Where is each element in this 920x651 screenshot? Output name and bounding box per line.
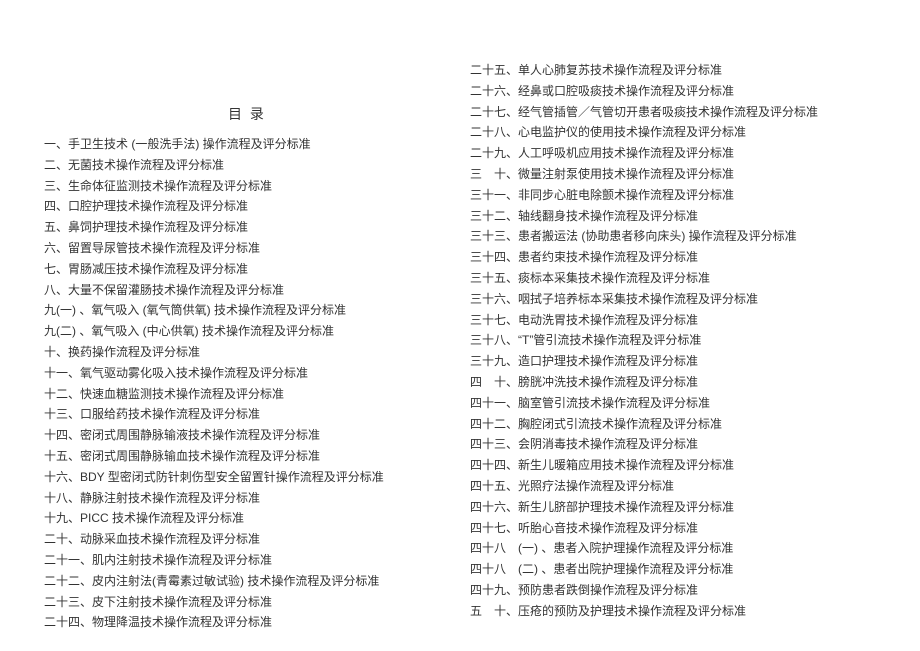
toc-item: 十九、PICC 技术操作流程及评分标准 xyxy=(44,508,450,529)
toc-item: 四十七、听胎心音技术操作流程及评分标准 xyxy=(470,518,876,539)
toc-item: 七、胃肠减压技术操作流程及评分标准 xyxy=(44,259,450,280)
toc-item: 四、口腔护理技术操作流程及评分标准 xyxy=(44,196,450,217)
toc-item: 二十二、皮内注射法(青霉素过敏试验) 技术操作流程及评分标准 xyxy=(44,571,450,592)
toc-item: 一、手卫生技术 (一般洗手法) 操作流程及评分标准 xyxy=(44,134,450,155)
toc-item: 十三、口服给药技术操作流程及评分标准 xyxy=(44,404,450,425)
toc-item: 三十三、患者搬运法 (协助患者移向床头) 操作流程及评分标准 xyxy=(470,226,876,247)
toc-item: 二十六、经鼻或口腔吸痰技术操作流程及评分标准 xyxy=(470,81,876,102)
toc-item: 三十四、患者约束技术操作流程及评分标准 xyxy=(470,247,876,268)
right-list: 二十五、单人心肺复苏技术操作流程及评分标准二十六、经鼻或口腔吸痰技术操作流程及评… xyxy=(470,60,876,622)
toc-item: 二十九、人工呼吸机应用技术操作流程及评分标准 xyxy=(470,143,876,164)
toc-item: 三、生命体征监测技术操作流程及评分标准 xyxy=(44,176,450,197)
toc-item: 十、换药操作流程及评分标准 xyxy=(44,342,450,363)
toc-item: 四十二、胸腔闭式引流技术操作流程及评分标准 xyxy=(470,414,876,435)
toc-item: 二十八、心电监护仪的使用技术操作流程及评分标准 xyxy=(470,122,876,143)
right-column: 二十五、单人心肺复苏技术操作流程及评分标准二十六、经鼻或口腔吸痰技术操作流程及评… xyxy=(470,60,876,611)
toc-item: 二十七、经气管插管／气管切开患者吸痰技术操作流程及评分标准 xyxy=(470,102,876,123)
toc-item: 十八、静脉注射技术操作流程及评分标准 xyxy=(44,488,450,509)
toc-item: 六、留置导尿管技术操作流程及评分标准 xyxy=(44,238,450,259)
toc-item: 三十六、咽拭子培养标本采集技术操作流程及评分标准 xyxy=(470,289,876,310)
toc-item: 四十三、会阴消毒技术操作流程及评分标准 xyxy=(470,434,876,455)
toc-item: 十五、密闭式周围静脉输血技术操作流程及评分标准 xyxy=(44,446,450,467)
toc-item: 十四、密闭式周围静脉输液技术操作流程及评分标准 xyxy=(44,425,450,446)
toc-item: 三十一、非同步心脏电除颤术操作流程及评分标准 xyxy=(470,185,876,206)
toc-item: 三十八、“T”管引流技术操作流程及评分标准 xyxy=(470,330,876,351)
toc-item: 二十一、肌内注射技术操作流程及评分标准 xyxy=(44,550,450,571)
toc-item: 三十五、痰标本采集技术操作流程及评分标准 xyxy=(470,268,876,289)
toc-item: 十六、BDY 型密闭式防针刺伤型安全留置针操作流程及评分标准 xyxy=(44,467,450,488)
toc-item: 二十四、物理降温技术操作流程及评分标准 xyxy=(44,612,450,633)
toc-item: 五、鼻饲护理技术操作流程及评分标准 xyxy=(44,217,450,238)
toc-item: 三十九、造口护理技术操作流程及评分标准 xyxy=(470,351,876,372)
toc-item: 三 十、微量注射泵使用技术操作流程及评分标准 xyxy=(470,164,876,185)
toc-item: 三十七、电动洗胃技术操作流程及评分标准 xyxy=(470,310,876,331)
toc-item: 二十、动脉采血技术操作流程及评分标准 xyxy=(44,529,450,550)
toc-item: 九(一) 、氧气吸入 (氧气筒供氧) 技术操作流程及评分标准 xyxy=(44,300,450,321)
toc-item: 二十三、皮下注射技术操作流程及评分标准 xyxy=(44,592,450,613)
toc-item: 四 十、膀胱冲洗技术操作流程及评分标准 xyxy=(470,372,876,393)
toc-item: 四十八 (一) 、患者入院护理操作流程及评分标准 xyxy=(470,538,876,559)
toc-item: 五 十、压疮的预防及护理技术操作流程及评分标准 xyxy=(470,601,876,622)
toc-item: 九(二) 、氧气吸入 (中心供氧) 技术操作流程及评分标准 xyxy=(44,321,450,342)
toc-title: 目 录 xyxy=(44,104,450,124)
toc-item: 十一、氧气驱动雾化吸入技术操作流程及评分标准 xyxy=(44,363,450,384)
toc-item: 十二、快速血糖监测技术操作流程及评分标准 xyxy=(44,384,450,405)
toc-item: 八、大量不保留灌肠技术操作流程及评分标准 xyxy=(44,280,450,301)
left-column: 目 录 一、手卫生技术 (一般洗手法) 操作流程及评分标准二、无菌技术操作流程及… xyxy=(44,60,450,611)
toc-item: 四十六、新生儿脐部护理技术操作流程及评分标准 xyxy=(470,497,876,518)
toc-item: 二十五、单人心肺复苏技术操作流程及评分标准 xyxy=(470,60,876,81)
toc-item: 四十四、新生儿暖箱应用技术操作流程及评分标准 xyxy=(470,455,876,476)
toc-item: 三十二、轴线翻身技术操作流程及评分标准 xyxy=(470,206,876,227)
toc-item: 四十五、光照疗法操作流程及评分标准 xyxy=(470,476,876,497)
toc-item: 四十九、预防患者跌倒操作流程及评分标准 xyxy=(470,580,876,601)
toc-item: 四十八 (二) 、患者出院护理操作流程及评分标准 xyxy=(470,559,876,580)
left-list: 一、手卫生技术 (一般洗手法) 操作流程及评分标准二、无菌技术操作流程及评分标准… xyxy=(44,134,450,633)
toc-item: 四十一、脑室管引流技术操作流程及评分标准 xyxy=(470,393,876,414)
toc-item: 二、无菌技术操作流程及评分标准 xyxy=(44,155,450,176)
